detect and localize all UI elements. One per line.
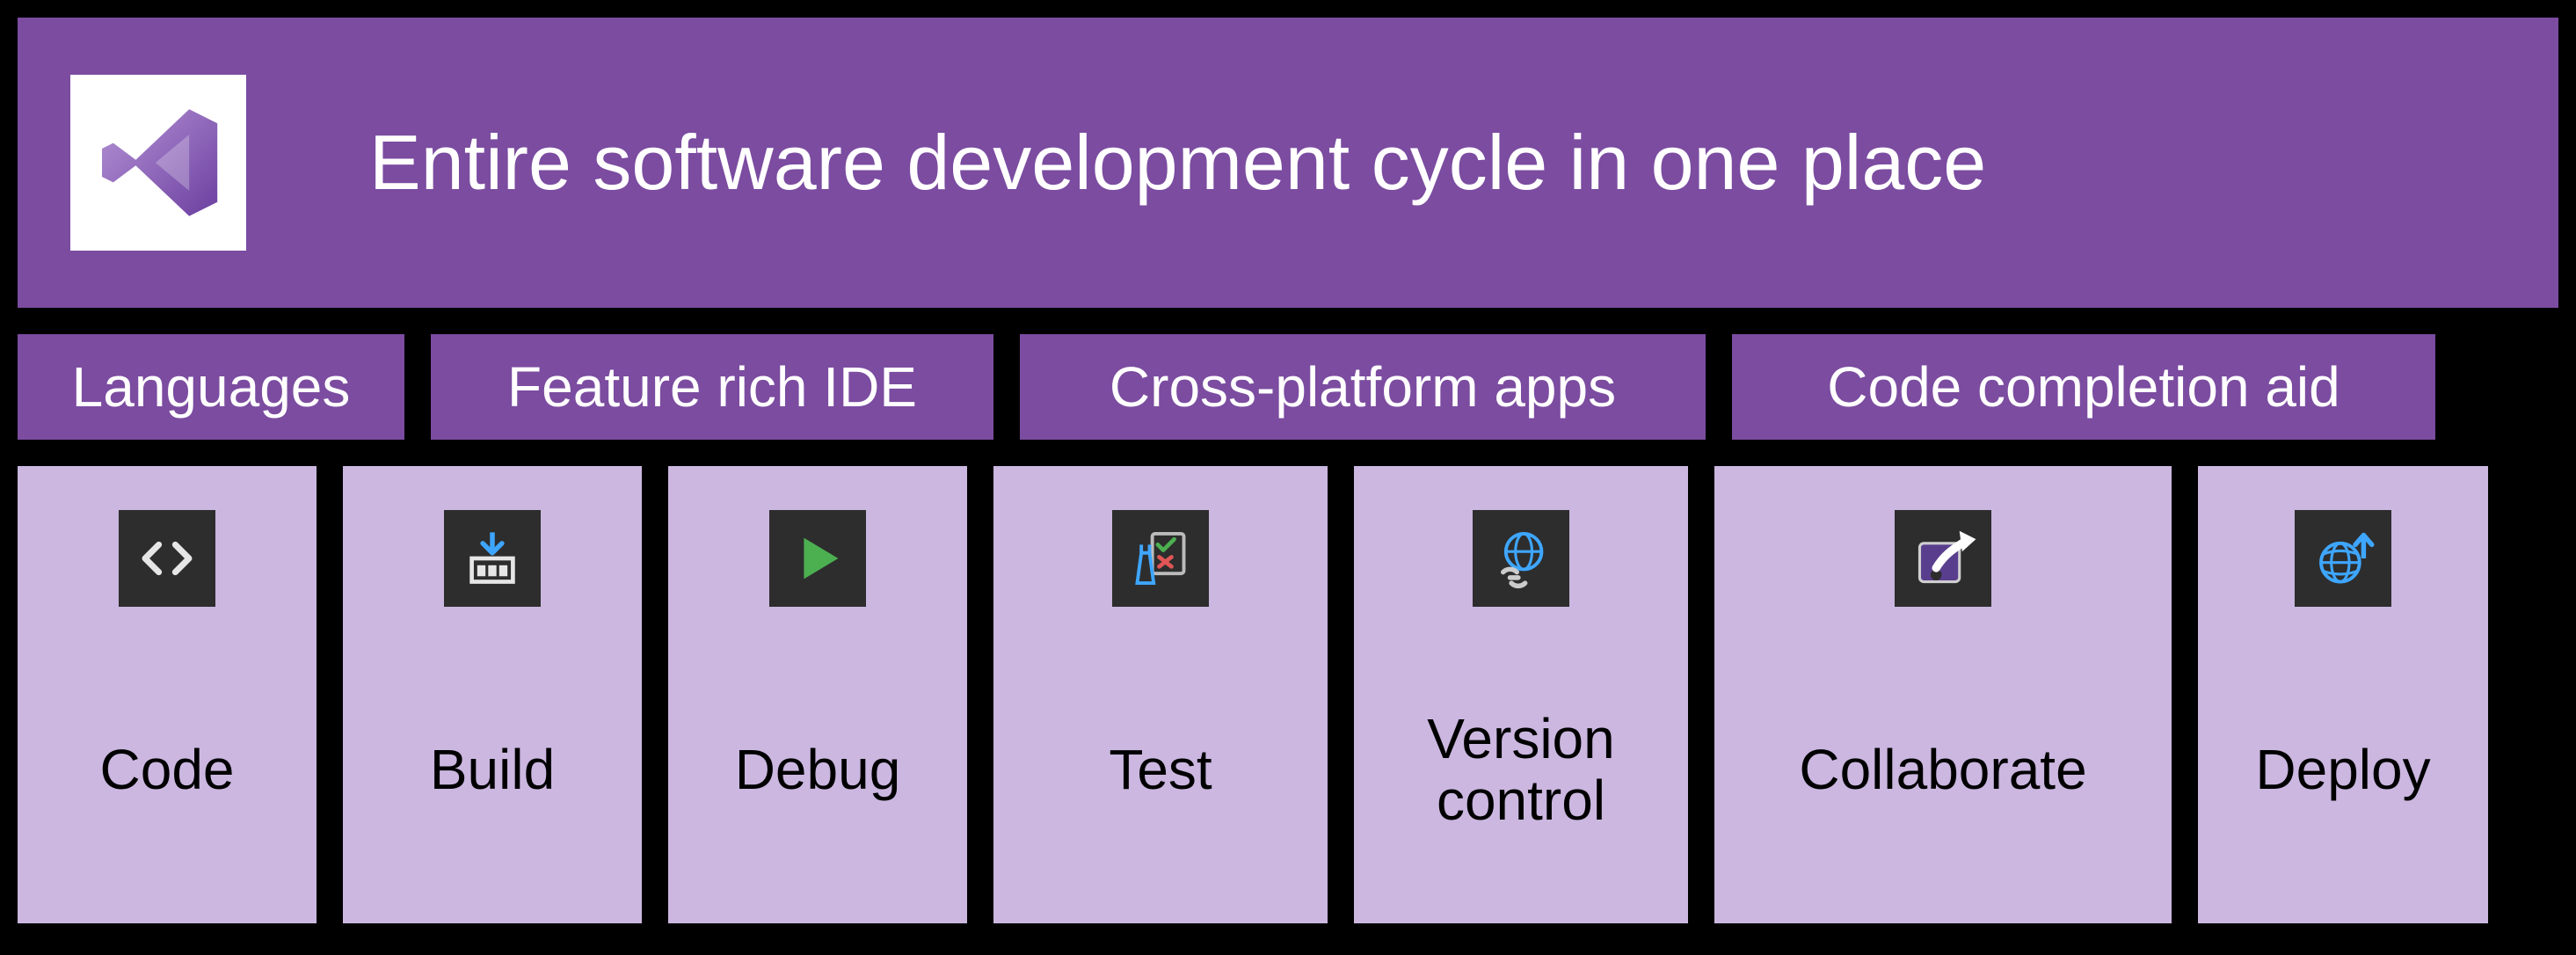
stage-label: Deploy [2255,642,2430,897]
stage-version-control: Version control [1354,466,1688,923]
stage-label: Version control [1372,642,1670,897]
stage-collaborate: Collaborate [1714,466,2172,923]
stage-label: Code [100,642,235,897]
play-icon [769,510,866,607]
code-icon [119,510,215,607]
visual-studio-logo [70,75,246,251]
feature-code-completion: Code completion aid [1732,334,2435,440]
feature-label: Code completion aid [1827,354,2340,419]
stage-label: Test [1109,642,1212,897]
header-banner: Entire software development cycle in one… [18,18,2558,308]
stage-test: Test [993,466,1328,923]
stage-row: Code Build Debug [18,466,2558,923]
globe-link-icon [1473,510,1569,607]
feature-ide: Feature rich IDE [431,334,993,440]
stage-label: Debug [735,642,901,897]
header-title: Entire software development cycle in one… [369,118,1986,208]
stage-label: Collaborate [1799,642,2086,897]
share-icon [1895,510,1991,607]
visual-studio-icon [88,92,229,233]
stage-code: Code [18,466,317,923]
feature-row: Languages Feature rich IDE Cross-platfor… [18,334,2558,440]
stage-deploy: Deploy [2198,466,2488,923]
stage-debug: Debug [668,466,967,923]
feature-label: Languages [72,354,351,419]
feature-languages: Languages [18,334,404,440]
feature-label: Feature rich IDE [507,354,917,419]
stage-label: Build [430,642,555,897]
test-icon [1112,510,1209,607]
globe-upload-icon [2295,510,2391,607]
build-icon [444,510,541,607]
feature-label: Cross-platform apps [1110,354,1616,419]
feature-cross-platform: Cross-platform apps [1020,334,1706,440]
stage-build: Build [343,466,642,923]
